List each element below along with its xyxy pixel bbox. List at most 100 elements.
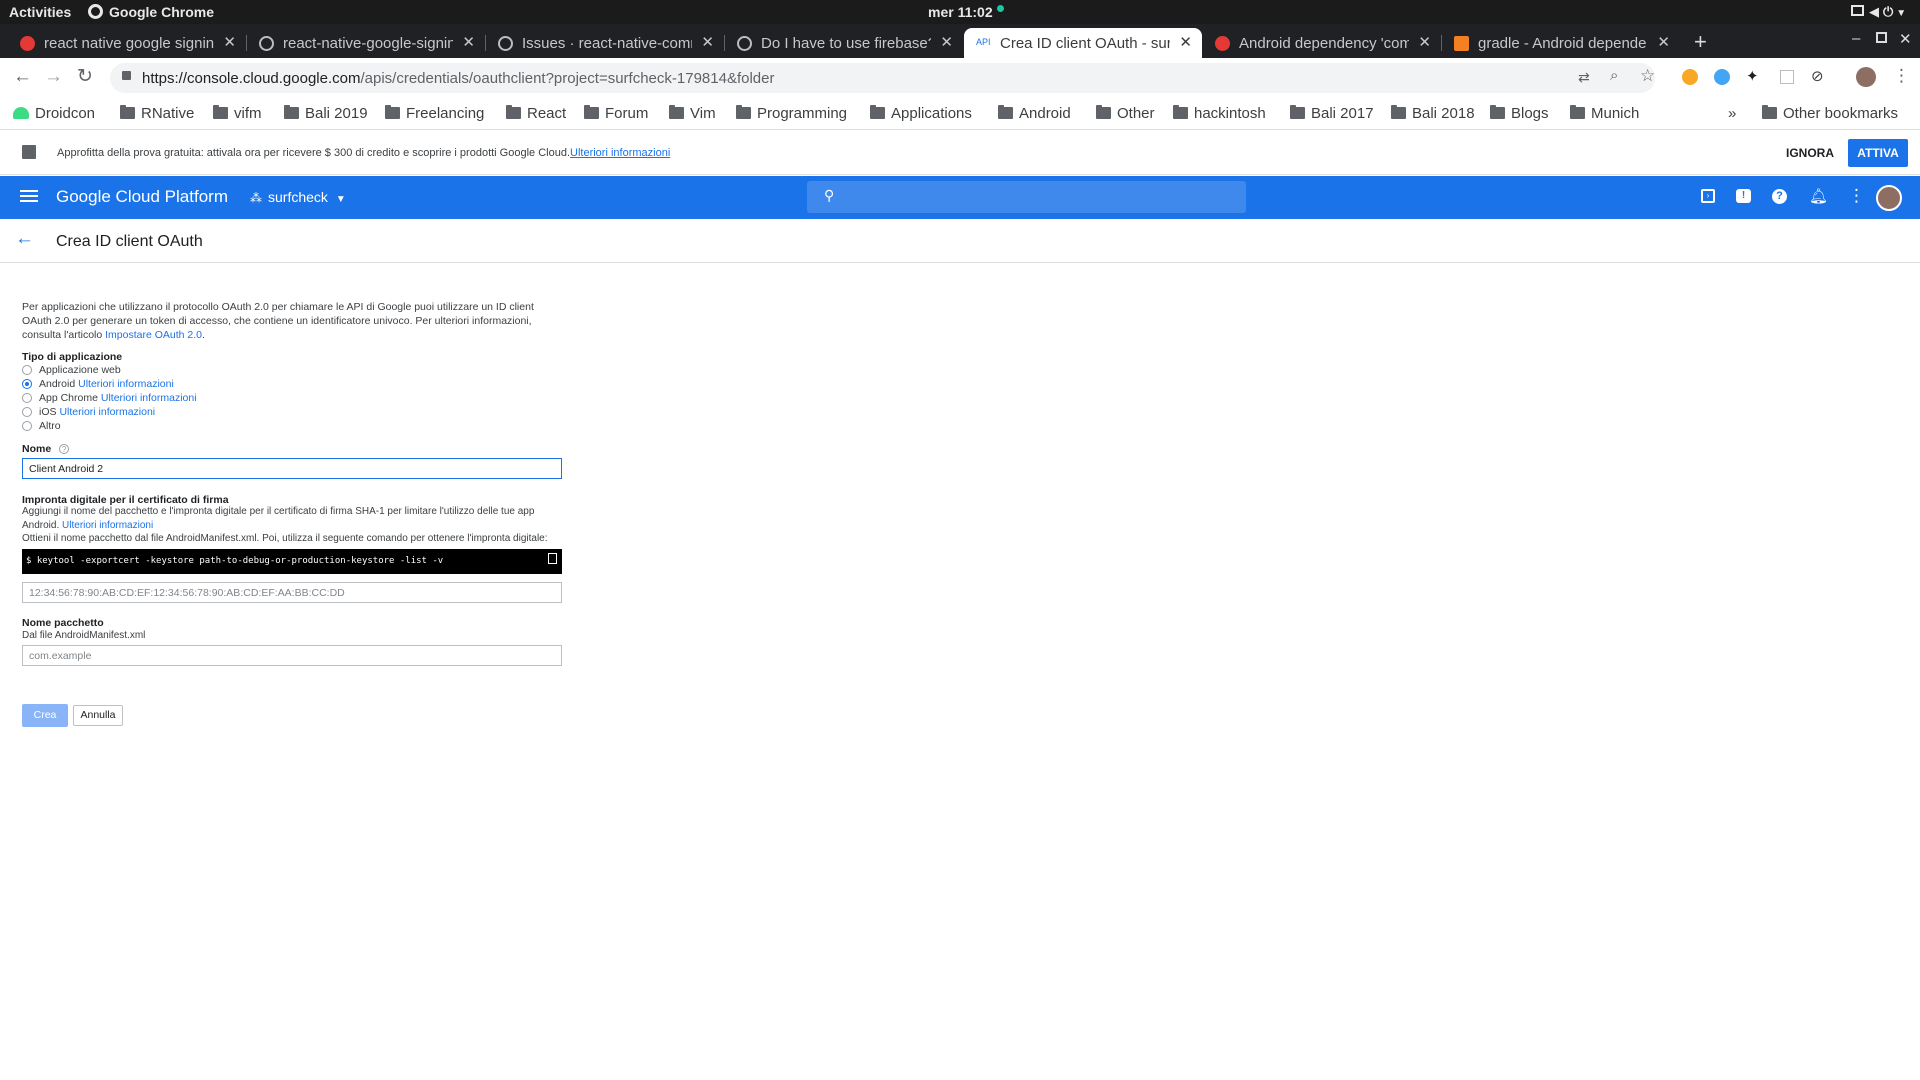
reload-icon[interactable]: ↻ xyxy=(77,65,93,88)
hamburger-menu-icon[interactable] xyxy=(20,190,38,192)
bookmark-folder[interactable]: RNative xyxy=(120,105,194,122)
bookmark-folder[interactable]: vifm xyxy=(213,105,262,122)
bookmark-label: Android xyxy=(1019,105,1071,122)
extension-icon[interactable] xyxy=(1780,70,1794,84)
learn-more-link[interactable]: Ulteriori informazioni xyxy=(78,378,174,390)
learn-more-link[interactable]: Ulteriori informazioni xyxy=(62,520,153,531)
intro-end: . xyxy=(202,329,205,341)
radio-button[interactable] xyxy=(22,407,32,417)
bookmarks-overflow-button[interactable]: » xyxy=(1728,105,1736,122)
extension-icon[interactable] xyxy=(1714,69,1730,85)
app-type-option[interactable]: iOS Ulteriori informazioni xyxy=(22,405,155,419)
close-icon[interactable]: ✕ xyxy=(701,33,714,51)
learn-more-link[interactable]: Ulteriori informazioni xyxy=(101,392,197,404)
bookmark-folder[interactable]: Freelancing xyxy=(385,105,484,122)
bookmark-folder[interactable]: Forum xyxy=(584,105,648,122)
radio-button[interactable] xyxy=(22,393,32,403)
browser-tab[interactable]: Android dependency 'com ✕ xyxy=(1203,28,1442,58)
app-menu[interactable]: Google Chrome xyxy=(88,4,214,20)
more-vert-icon[interactable]: ⋮ xyxy=(1893,66,1910,86)
sha-fingerprint-input[interactable] xyxy=(23,583,561,602)
close-window-icon[interactable]: ✕ xyxy=(1899,30,1912,48)
help-icon[interactable]: ? xyxy=(1772,189,1787,204)
create-button[interactable]: Crea xyxy=(22,704,68,727)
extension-icon[interactable] xyxy=(1682,69,1698,85)
more-vert-icon[interactable]: ⋮ xyxy=(1848,186,1865,206)
bookmark-folder[interactable]: Bali 2018 xyxy=(1391,105,1475,122)
setup-oauth-link[interactable]: Impostare OAuth 2.0 xyxy=(105,329,202,341)
zoom-icon[interactable]: ⌕ xyxy=(1610,67,1618,84)
translate-icon[interactable]: ⇄ xyxy=(1578,69,1590,86)
bookmark-folder[interactable]: Blogs xyxy=(1490,105,1549,122)
back-arrow-icon[interactable]: ← xyxy=(13,66,32,88)
project-selector[interactable]: ⁂ surfcheck ▼ xyxy=(250,189,346,205)
browser-tab[interactable]: Do I have to use firebase? ✕ xyxy=(725,28,963,58)
back-arrow-icon[interactable]: ← xyxy=(15,228,34,250)
bookmark-folder[interactable]: Android xyxy=(998,105,1071,122)
avatar[interactable] xyxy=(1876,185,1902,211)
app-type-option[interactable]: Altro xyxy=(22,419,61,433)
bookmark-folder[interactable]: Other xyxy=(1096,105,1155,122)
sync-icon[interactable]: ⊘ xyxy=(1811,67,1824,85)
url-text[interactable]: https://console.cloud.google.com/apis/cr… xyxy=(142,70,774,87)
package-name-input[interactable] xyxy=(23,646,561,665)
address-bar[interactable]: https://console.cloud.google.com/apis/cr… xyxy=(110,63,1655,93)
package-desc: Dal file AndroidManifest.xml xyxy=(22,630,146,641)
minimize-icon[interactable]: – xyxy=(1852,30,1860,47)
bookmark-folder[interactable]: React xyxy=(506,105,566,122)
app-type-option-selected[interactable]: Android Ulteriori informazioni xyxy=(22,377,174,391)
banner-learn-more-link[interactable]: Ulteriori informazioni xyxy=(570,147,670,159)
bookmark-folder[interactable]: Applications xyxy=(870,105,972,122)
name-field[interactable] xyxy=(22,458,562,479)
system-tray[interactable]: ◀ ⏻ ▼ xyxy=(1851,3,1906,20)
forward-arrow-icon[interactable]: → xyxy=(44,66,63,88)
other-bookmarks[interactable]: Other bookmarks xyxy=(1762,105,1898,122)
app-type-option[interactable]: App Chrome Ulteriori informazioni xyxy=(22,391,197,405)
browser-tab[interactable]: react native google signin ✕ xyxy=(8,28,247,58)
dismiss-button[interactable]: IGNORA xyxy=(1786,146,1834,160)
close-icon[interactable]: ✕ xyxy=(1418,33,1431,51)
folder-icon xyxy=(506,105,521,119)
bookmark-droidcon[interactable]: Droidcon xyxy=(13,105,95,122)
gcp-brand[interactable]: Google Cloud Platform xyxy=(56,187,228,207)
command-text[interactable]: $ keytool -exportcert -keystore path-to-… xyxy=(26,556,443,566)
extension-icon[interactable]: ✦ xyxy=(1746,67,1759,85)
browser-tab[interactable]: Issues · react-native-comm ✕ xyxy=(486,28,725,58)
activities-button[interactable]: Activities xyxy=(9,4,71,20)
close-icon[interactable]: ✕ xyxy=(462,33,475,51)
browser-tab[interactable]: react-native-google-signin ✕ xyxy=(247,28,486,58)
clock[interactable]: mer 11:02 xyxy=(928,4,1004,20)
bookmark-folder[interactable]: Munich xyxy=(1570,105,1639,122)
close-icon[interactable]: ✕ xyxy=(1179,33,1192,51)
app-type-option[interactable]: Applicazione web xyxy=(22,363,121,377)
close-icon[interactable]: ✕ xyxy=(940,33,953,51)
maximize-icon[interactable] xyxy=(1876,32,1887,43)
browser-tab-active[interactable]: API Crea ID client OAuth - surf ✕ xyxy=(964,28,1202,58)
bell-icon[interactable]: 🔔︎ xyxy=(1809,187,1828,205)
search-input[interactable]: ⚲ xyxy=(807,181,1246,213)
new-tab-button[interactable]: + xyxy=(1694,29,1707,55)
bookmark-folder[interactable]: Bali 2017 xyxy=(1290,105,1374,122)
radio-button[interactable] xyxy=(22,365,32,375)
sha-fingerprint-field[interactable] xyxy=(22,582,562,603)
bookmark-folder[interactable]: Programming xyxy=(736,105,847,122)
feedback-icon[interactable]: ! xyxy=(1736,189,1751,203)
learn-more-link[interactable]: Ulteriori informazioni xyxy=(59,406,155,418)
cancel-button[interactable]: Annulla xyxy=(73,705,123,726)
copy-icon[interactable] xyxy=(548,553,557,564)
bookmark-folder[interactable]: Vim xyxy=(669,105,716,122)
help-icon[interactable]: ? xyxy=(59,444,70,454)
bookmark-folder[interactable]: Bali 2019 xyxy=(284,105,368,122)
activate-button[interactable]: ATTIVA xyxy=(1848,139,1908,167)
cloud-shell-icon[interactable]: › xyxy=(1701,189,1715,203)
name-input[interactable] xyxy=(23,459,561,478)
close-icon[interactable]: ✕ xyxy=(223,33,236,51)
close-icon[interactable]: ✕ xyxy=(1657,33,1670,51)
browser-tab[interactable]: gradle - Android depende ✕ xyxy=(1442,28,1680,58)
bookmark-folder[interactable]: hackintosh xyxy=(1173,105,1266,122)
radio-button[interactable] xyxy=(22,421,32,431)
radio-button[interactable] xyxy=(22,379,32,389)
package-name-field[interactable] xyxy=(22,645,562,666)
profile-avatar[interactable] xyxy=(1856,67,1876,87)
star-icon[interactable]: ☆ xyxy=(1640,66,1655,86)
